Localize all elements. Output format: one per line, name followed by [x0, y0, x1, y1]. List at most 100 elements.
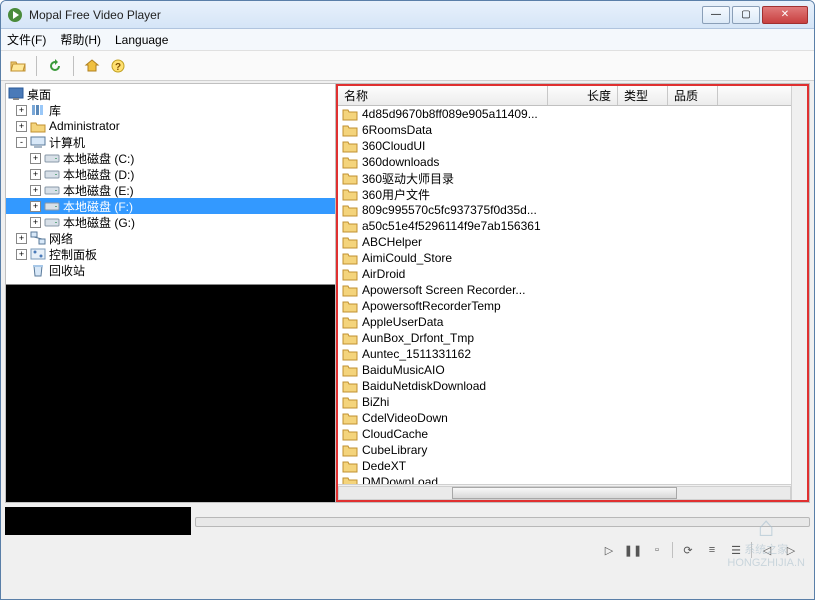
column-length[interactable]: 长度	[548, 86, 618, 105]
list-button[interactable]: ☰	[727, 541, 745, 559]
close-button[interactable]: ✕	[762, 6, 808, 24]
expand-icon[interactable]: +	[16, 233, 27, 244]
scroll-thumb[interactable]	[452, 487, 678, 499]
recycle-bin-icon	[30, 263, 46, 277]
folder-tree[interactable]: 桌面 + 库 + Administrator -	[6, 84, 335, 284]
folder-icon	[342, 315, 358, 329]
file-name: Apowersoft Screen Recorder...	[362, 283, 525, 297]
list-item[interactable]: ApowersoftRecorderTemp	[338, 298, 791, 314]
playlist-button[interactable]: ≡	[703, 541, 721, 559]
expand-icon[interactable]: +	[16, 121, 27, 132]
window-title: Mopal Free Video Player	[29, 8, 702, 22]
menu-help[interactable]: 帮助(H)	[60, 31, 101, 48]
tree-drive[interactable]: +本地磁盘 (E:)	[6, 182, 335, 198]
file-list[interactable]: 4d85d9670b8ff089e905a11409...6RoomsData3…	[338, 106, 791, 484]
file-name: AirDroid	[362, 267, 405, 281]
list-item[interactable]: BaiduMusicAIO	[338, 362, 791, 378]
player-controls: ▷ ❚❚ ▫ ⟳ ≡ ☰ ◁ ▷	[5, 537, 810, 563]
list-item[interactable]: ABCHelper	[338, 234, 791, 250]
tree-drive[interactable]: +本地磁盘 (D:)	[6, 166, 335, 182]
tree-recycle-bin[interactable]: 回收站	[6, 262, 335, 278]
list-item[interactable]: BaiduNetdiskDownload	[338, 378, 791, 394]
app-icon	[7, 7, 23, 23]
expand-icon[interactable]: +	[30, 153, 41, 164]
expand-icon[interactable]: +	[30, 169, 41, 180]
network-icon	[30, 231, 46, 245]
stop-button[interactable]: ▫	[648, 541, 666, 559]
list-header: 名称 长度 类型 品质	[338, 86, 791, 106]
list-item[interactable]: 360downloads	[338, 154, 791, 170]
list-item[interactable]: Auntec_1511331162	[338, 346, 791, 362]
list-item[interactable]: 809c995570c5fc937375f0d35d...	[338, 202, 791, 218]
drive-icon	[44, 167, 60, 181]
list-item[interactable]: DedeXT	[338, 458, 791, 474]
tree-library[interactable]: + 库	[6, 102, 335, 118]
folder-icon	[342, 171, 358, 185]
folder-icon	[342, 379, 358, 393]
folder-icon	[342, 203, 358, 217]
list-item[interactable]: AirDroid	[338, 266, 791, 282]
file-name: a50c51e4f5296114f9e7ab156361	[362, 219, 541, 233]
horizontal-scrollbar[interactable]	[338, 484, 791, 500]
prev-button[interactable]: ◁	[758, 541, 776, 559]
play-button[interactable]: ▷	[600, 541, 618, 559]
list-item[interactable]: 4d85d9670b8ff089e905a11409...	[338, 106, 791, 122]
column-quality[interactable]: 品质	[668, 86, 718, 105]
collapse-icon[interactable]: -	[16, 137, 27, 148]
file-name: 360用户文件	[362, 186, 430, 203]
expand-icon[interactable]: +	[16, 249, 27, 260]
open-button[interactable]	[7, 55, 29, 77]
tree-root-desktop[interactable]: 桌面	[6, 86, 335, 102]
titlebar[interactable]: Mopal Free Video Player — ▢ ✕	[1, 1, 814, 29]
folder-icon	[342, 283, 358, 297]
list-item[interactable]: AimiCould_Store	[338, 250, 791, 266]
file-name: BiZhi	[362, 395, 389, 409]
drive-icon	[44, 151, 60, 165]
expand-icon[interactable]: +	[30, 185, 41, 196]
list-item[interactable]: 360CloudUI	[338, 138, 791, 154]
tree-admin[interactable]: + Administrator	[6, 118, 335, 134]
maximize-button[interactable]: ▢	[732, 6, 760, 24]
vertical-scrollbar[interactable]	[791, 86, 807, 500]
window-controls: — ▢ ✕	[702, 6, 808, 24]
tree-drive[interactable]: +本地磁盘 (C:)	[6, 150, 335, 166]
folder-icon	[342, 267, 358, 281]
folder-icon	[342, 139, 358, 153]
tree-control-panel[interactable]: + 控制面板	[6, 246, 335, 262]
tree-network[interactable]: + 网络	[6, 230, 335, 246]
next-button[interactable]: ▷	[782, 541, 800, 559]
column-type[interactable]: 类型	[618, 86, 668, 105]
computer-icon	[30, 135, 46, 149]
tree-drive[interactable]: +本地磁盘 (F:)	[6, 198, 335, 214]
list-item[interactable]: AppleUserData	[338, 314, 791, 330]
help-button[interactable]: ?	[107, 55, 129, 77]
desktop-icon	[8, 87, 24, 101]
list-item[interactable]: CloudCache	[338, 426, 791, 442]
menu-file[interactable]: 文件(F)	[7, 31, 46, 48]
tree-computer[interactable]: - 计算机	[6, 134, 335, 150]
expand-icon[interactable]: +	[16, 105, 27, 116]
pause-button[interactable]: ❚❚	[624, 541, 642, 559]
home-button[interactable]	[81, 55, 103, 77]
repeat-button[interactable]: ⟳	[679, 541, 697, 559]
expand-icon[interactable]: +	[30, 201, 41, 212]
list-item[interactable]: BiZhi	[338, 394, 791, 410]
scroll-track[interactable]	[338, 486, 791, 500]
list-item[interactable]: DMDownLoad	[338, 474, 791, 484]
expand-icon[interactable]: +	[30, 217, 41, 228]
list-item[interactable]: a50c51e4f5296114f9e7ab156361	[338, 218, 791, 234]
list-item[interactable]: AunBox_Drfont_Tmp	[338, 330, 791, 346]
list-item[interactable]: CubeLibrary	[338, 442, 791, 458]
list-item[interactable]: 6RoomsData	[338, 122, 791, 138]
list-item[interactable]: Apowersoft Screen Recorder...	[338, 282, 791, 298]
column-name[interactable]: 名称	[338, 86, 548, 105]
list-item[interactable]: 360用户文件	[338, 186, 791, 202]
tree-drive[interactable]: +本地磁盘 (G:)	[6, 214, 335, 230]
minimize-button[interactable]: —	[702, 6, 730, 24]
seek-bar[interactable]	[195, 517, 810, 527]
folder-icon	[342, 299, 358, 313]
list-item[interactable]: CdelVideoDown	[338, 410, 791, 426]
list-item[interactable]: 360驱动大师目录	[338, 170, 791, 186]
menu-language[interactable]: Language	[115, 33, 168, 47]
refresh-button[interactable]	[44, 55, 66, 77]
